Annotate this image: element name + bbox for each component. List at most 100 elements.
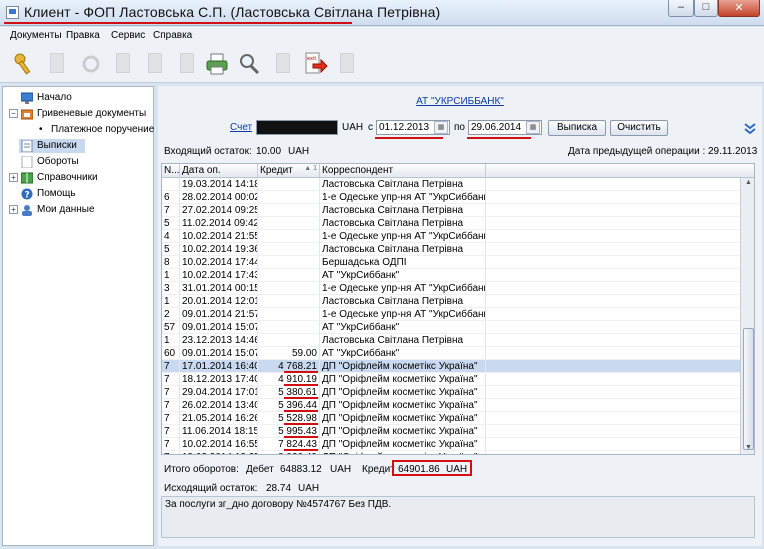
document-icon[interactable] bbox=[46, 51, 68, 77]
credit-label: Кредит bbox=[362, 464, 395, 475]
credit-total-annotation: 64901.86 UAH bbox=[392, 460, 472, 476]
copy-icon[interactable] bbox=[112, 51, 134, 77]
paste-icon[interactable] bbox=[176, 51, 198, 77]
currency-label: UAH bbox=[342, 122, 364, 133]
table-row[interactable]: 60 09.01.2014 15:07 59.00 АТ "УкрСиббанк" bbox=[162, 347, 740, 360]
maximize-button[interactable]: □ bbox=[694, 0, 718, 17]
tree-item-hryvnia-docs[interactable]: − Гривеневые документы bbox=[9, 107, 149, 121]
table-row[interactable]: 5 10.02.2014 19:36 Ластовська Світлана Пет… bbox=[162, 243, 740, 256]
title-bar[interactable]: Клиент - ФОП Ластовська С.П. (Ластовська… bbox=[0, 0, 764, 26]
tree-item-home[interactable]: Начало bbox=[9, 91, 149, 105]
magnifier-icon[interactable] bbox=[238, 51, 260, 77]
svg-text:exit: exit bbox=[307, 56, 316, 62]
account-field-redacted[interactable] bbox=[256, 120, 338, 135]
table-row[interactable]: 1 23.12.2013 14:46 Ластовська Світлана Пет… bbox=[162, 334, 740, 347]
table-cell-date: 19.03.2014 13:25 bbox=[180, 451, 258, 454]
table-row[interactable]: 1 20.01.2014 12:01 Ластовська Світлана Пет… bbox=[162, 295, 740, 308]
table-row[interactable]: 1 10.02.2014 17:43 АТ "УкрСиббанк" bbox=[162, 269, 740, 282]
table-row[interactable]: 19.03.2014 14:18 Ластовська Світлана Петр… bbox=[162, 178, 740, 191]
debit-value: 64883.12 bbox=[280, 464, 322, 475]
incoming-balance-currency: UAH bbox=[288, 146, 310, 157]
table-row[interactable]: 4 10.02.2014 21:55 1-е Одеське упр-ня АТ "… bbox=[162, 230, 740, 243]
payment-description: За послуги зг_дно договору №4574767 Без … bbox=[161, 496, 755, 538]
edit-icon[interactable] bbox=[144, 51, 166, 77]
scroll-down-icon[interactable]: ▼ bbox=[743, 444, 754, 454]
to-label: по bbox=[454, 122, 465, 133]
tree-item-my-data[interactable]: + Мои данные bbox=[9, 203, 149, 217]
refresh-icon[interactable] bbox=[80, 51, 102, 77]
printer-icon[interactable] bbox=[206, 51, 228, 77]
table-row[interactable]: 8 10.02.2014 17:44 Бершадська ОДПІ bbox=[162, 256, 740, 269]
table-row[interactable]: 6 28.02.2014 00:02 1-е Одеське упр-ня АТ "… bbox=[162, 191, 740, 204]
date-to-annotation bbox=[467, 137, 531, 139]
table-row[interactable]: 7 26.02.2014 13:40 5 396.44 ДП "Оріфлейм ко… bbox=[162, 399, 740, 412]
column-header-n[interactable]: N... bbox=[162, 164, 180, 178]
table-row[interactable]: 7 11.06.2014 18:15 5 995.43 ДП "Оріфлейм ко… bbox=[162, 425, 740, 438]
table-row[interactable]: 7 27.02.2014 09:25 Ластовська Світлана Пет… bbox=[162, 204, 740, 217]
credit-currency: UAH bbox=[446, 464, 468, 475]
table-row[interactable]: 7 10.02.2014 16:55 7 824.43 ДП "Оріфлейм ко… bbox=[162, 438, 740, 451]
table-row[interactable]: 7 29.04.2014 17:01 5 380.61 ДП "Оріфлейм ко… bbox=[162, 386, 740, 399]
debit-currency: UAH bbox=[330, 464, 352, 475]
account-link[interactable]: Счет bbox=[230, 122, 252, 133]
minimize-button[interactable]: – bbox=[668, 0, 694, 17]
menu-bar: Документы Правка Сервис Справка bbox=[0, 27, 764, 45]
tree-item-payment-order[interactable]: • Платежное поручение bbox=[9, 123, 154, 137]
blank-icon[interactable] bbox=[336, 51, 358, 77]
collapse-icon[interactable]: − bbox=[9, 109, 18, 118]
statement-button[interactable]: Выписка bbox=[548, 120, 606, 136]
column-header-date[interactable]: Дата оп. bbox=[180, 164, 258, 178]
menu-documents[interactable]: Документы bbox=[10, 30, 62, 41]
column-header-correspondent[interactable]: Корреспондент bbox=[320, 164, 486, 178]
toolbar: exit bbox=[0, 45, 764, 83]
table-header: N... Дата оп. Кредит ▲ 1 Корреспондент bbox=[162, 164, 754, 178]
table-row[interactable]: 719.03.2014 13:258 030.49ДП "Оріфлейм ко… bbox=[162, 451, 740, 454]
column-header-credit[interactable]: Кредит ▲ 1 bbox=[258, 164, 320, 178]
scroll-thumb[interactable] bbox=[743, 328, 754, 450]
incoming-balance-value: 10.00 bbox=[256, 146, 282, 157]
statement-icon bbox=[21, 140, 33, 152]
bank-link[interactable]: АТ "УКРСИББАНК" bbox=[158, 96, 762, 107]
tree-item-directories[interactable]: + Справочники bbox=[9, 171, 149, 185]
book-icon bbox=[21, 172, 33, 184]
outgoing-balance-value: 28.74 bbox=[266, 483, 292, 494]
close-button[interactable]: ✕ bbox=[718, 0, 760, 17]
tree-item-statements[interactable]: Выписки bbox=[19, 139, 85, 153]
table-row[interactable]: 7 17.01.2014 16:40 4 768.21 ДП "Оріфлейм ко… bbox=[162, 360, 740, 373]
menu-help[interactable]: Справка bbox=[153, 30, 192, 41]
scroll-up-icon[interactable]: ▲ bbox=[743, 179, 754, 189]
collapse-chevron-icon[interactable] bbox=[744, 122, 756, 134]
tree-item-turnovers[interactable]: Обороты bbox=[21, 155, 149, 169]
clear-button[interactable]: Очистить bbox=[610, 120, 668, 136]
table-row[interactable]: 7 18.12.2013 17:40 4 910.19 ДП "Оріфлейм ко… bbox=[162, 373, 740, 386]
menu-edit[interactable]: Правка bbox=[66, 30, 100, 41]
calendar-icon[interactable]: ▦ bbox=[434, 121, 448, 134]
svg-text:?: ? bbox=[25, 191, 30, 201]
incoming-balance-label: Входящий остаток: bbox=[164, 146, 252, 157]
statement-table: N... Дата оп. Кредит ▲ 1 Корреспондент 1… bbox=[161, 163, 755, 455]
user-icon bbox=[22, 205, 32, 216]
table-cell-n: 7 bbox=[162, 451, 180, 454]
bullet-icon: • bbox=[39, 124, 43, 135]
maximize-icon: □ bbox=[702, 1, 710, 13]
calendar-icon[interactable]: ▦ bbox=[526, 121, 540, 134]
expand-icon[interactable]: + bbox=[9, 205, 18, 214]
totals-label: Итого оборотов: bbox=[164, 464, 239, 475]
tree-item-help[interactable]: ? Помощь bbox=[9, 187, 149, 201]
table-row[interactable]: 5 11.02.2014 09:42 Ластовська Світлана Пет… bbox=[162, 217, 740, 230]
exit-icon[interactable]: exit bbox=[304, 51, 328, 77]
table-row[interactable]: 57 09.01.2014 15:07 АТ "УкрСиббанк" bbox=[162, 321, 740, 334]
date-from-annotation bbox=[375, 137, 443, 139]
table-row[interactable]: 7 21.05.2014 16:26 5 528.98 ДП "Оріфлейм ко… bbox=[162, 412, 740, 425]
filter-row: Счет UAH с 01.12.2013 ▦ по 29.06.2014 ▦ … bbox=[158, 120, 762, 139]
expand-icon[interactable]: + bbox=[9, 173, 18, 182]
table-row[interactable]: 2 09.01.2014 21:57 1-е Одеське упр-ня АТ "… bbox=[162, 308, 740, 321]
from-label: с bbox=[368, 122, 373, 133]
import-icon[interactable] bbox=[272, 51, 294, 77]
table-cell-corr: ДП "Оріфлейм косметікс Україна" bbox=[320, 451, 486, 454]
vertical-scrollbar[interactable]: ▲ ▼ bbox=[740, 178, 754, 454]
table-row[interactable]: 3 31.01.2014 00:15 1-е Одеське упр-ня АТ "… bbox=[162, 282, 740, 295]
key-icon[interactable] bbox=[12, 51, 34, 77]
menu-service[interactable]: Сервис bbox=[111, 30, 145, 41]
table-cell-credit: 8 030.49 bbox=[258, 451, 320, 454]
